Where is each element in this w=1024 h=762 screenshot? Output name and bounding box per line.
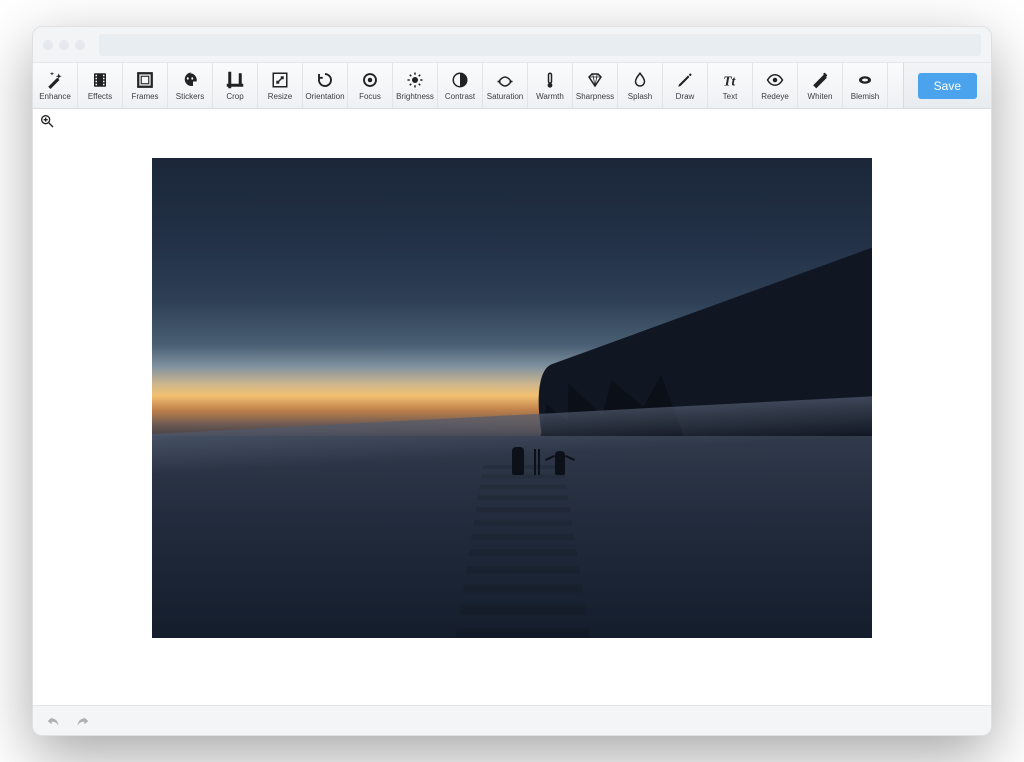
film-icon [90,70,110,90]
url-bar[interactable] [99,34,981,56]
tool-enhance[interactable]: Enhance [33,63,78,108]
tool-label: Frames [131,92,158,101]
tool-label: Effects [88,92,112,101]
splash-icon [630,70,650,90]
editor-toolbar: Enhance Effects Frames Stickers Crop Resize Or… [33,63,991,109]
contrast-icon [450,70,470,90]
browser-chrome [33,27,991,63]
sun-icon [405,70,425,90]
thermometer-icon [540,70,560,90]
redo-icon[interactable] [75,713,91,729]
tool-contrast[interactable]: Contrast [438,63,483,108]
tool-label: Saturation [487,92,523,101]
tool-focus[interactable]: Focus [348,63,393,108]
tool-stickers[interactable]: Stickers [168,63,213,108]
resize-icon [270,70,290,90]
tool-warmth[interactable]: Warmth [528,63,573,108]
wand-icon [45,70,65,90]
tool-label: Blemish [851,92,879,101]
tool-whiten[interactable]: Whiten [798,63,843,108]
tool-draw[interactable]: Draw [663,63,708,108]
diamond-icon [585,70,605,90]
edited-photo[interactable] [152,158,872,638]
tool-strip: Enhance Effects Frames Stickers Crop Resize Or… [33,63,903,108]
tool-sharpness[interactable]: Sharpness [573,63,618,108]
canvas-area [33,109,991,705]
tool-label: Enhance [39,92,71,101]
footer-bar [33,705,991,735]
browser-window: Enhance Effects Frames Stickers Crop Resize Or… [32,26,992,736]
image-stage[interactable] [33,138,991,705]
zoom-in-icon[interactable] [39,116,55,133]
tool-label: Draw [676,92,695,101]
tool-splash[interactable]: Splash [618,63,663,108]
tool-blemish[interactable]: Blemish [843,63,888,108]
save-button[interactable]: Save [918,73,977,99]
save-area: Save [903,63,991,108]
tool-label: Orientation [305,92,344,101]
tool-saturation[interactable]: Saturation [483,63,528,108]
crop-icon [225,70,245,90]
rotate-icon [315,70,335,90]
svg-text:Tt: Tt [723,73,736,88]
saturation-icon [495,70,515,90]
tool-orientation[interactable]: Orientation [303,63,348,108]
tool-crop[interactable]: Crop [213,63,258,108]
tool-label: Redeye [761,92,789,101]
pencil-icon [675,70,695,90]
tool-brightness[interactable]: Brightness [393,63,438,108]
focus-icon [360,70,380,90]
whiten-icon [810,70,830,90]
tool-label: Warmth [536,92,564,101]
tool-label: Text [723,92,738,101]
window-max-dot[interactable] [75,40,85,50]
tool-label: Contrast [445,92,475,101]
tool-redeye[interactable]: Redeye [753,63,798,108]
tool-text[interactable]: Tt Text [708,63,753,108]
blemish-icon [855,70,875,90]
eye-icon [765,70,785,90]
zoom-controls [33,109,991,138]
text-icon: Tt [720,70,740,90]
tool-label: Focus [359,92,381,101]
tool-label: Splash [628,92,652,101]
tool-label: Resize [268,92,292,101]
window-min-dot[interactable] [59,40,69,50]
tool-resize[interactable]: Resize [258,63,303,108]
tool-label: Whiten [808,92,833,101]
undo-icon[interactable] [45,713,61,729]
frame-icon [135,70,155,90]
tool-label: Sharpness [576,92,614,101]
tool-frames[interactable]: Frames [123,63,168,108]
tool-label: Brightness [396,92,434,101]
tool-effects[interactable]: Effects [78,63,123,108]
tool-label: Crop [226,92,243,101]
tool-label: Stickers [176,92,204,101]
sticker-icon [180,70,200,90]
window-close-dot[interactable] [43,40,53,50]
